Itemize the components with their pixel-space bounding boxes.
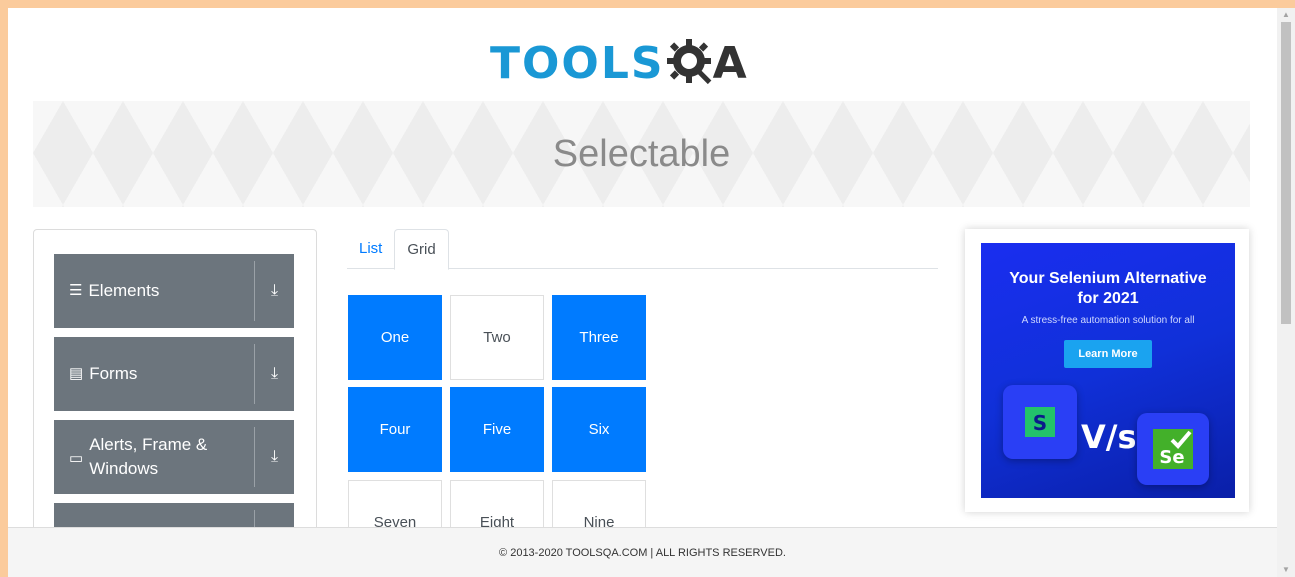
ad-title-line1: Your Selenium Alternative — [1009, 270, 1207, 287]
download-arrow-icon[interactable]: ⤓ — [255, 365, 294, 383]
sidebar-group-elements[interactable]: ☰ Elements ⤓ — [54, 254, 294, 328]
selectable-tabs: List Grid — [347, 229, 938, 270]
svg-text:Se: Se — [1159, 447, 1184, 468]
grid-cell-five[interactable]: Five — [450, 387, 544, 472]
form-icon: ▤ — [69, 365, 84, 382]
page: TOOLS A Selectable ☰ Elements ⤓ ▤ Forms … — [8, 8, 1277, 577]
scroll-up-icon[interactable]: ▲ — [1277, 8, 1295, 22]
katalon-logo-mark: S — [1025, 407, 1055, 437]
sidebar-group-text-line2: Windows — [89, 459, 159, 478]
sidebar-group-text-line1: Alerts, Frame & — [89, 435, 208, 454]
sidebar-group-text: Forms — [89, 364, 138, 383]
sidebar-group-alerts[interactable]: ▭ Alerts, Frame & Windows ⤓ — [54, 420, 294, 494]
grid-cell-one[interactable]: One — [348, 295, 442, 380]
window-icon: ▭ — [69, 450, 84, 467]
versus-text: V/s — [1081, 418, 1137, 456]
sidebar-group-text: Alerts, Frame & Windows — [89, 433, 207, 481]
download-arrow-icon[interactable]: ⤓ — [255, 448, 294, 466]
sidebar: ☰ Elements ⤓ ▤ Forms ⤓ ▭ Alerts, Frame &… — [33, 229, 317, 577]
page-banner: Selectable — [33, 101, 1250, 207]
vertical-scrollbar[interactable]: ▲ ▼ — [1277, 8, 1295, 577]
scroll-down-icon[interactable]: ▼ — [1277, 563, 1295, 577]
copyright-text: © 2013-2020 TOOLSQA.COM | ALL RIGHTS RES… — [499, 546, 786, 559]
logo-text: TOOLS — [490, 37, 665, 89]
logo-suffix: A — [712, 37, 747, 89]
sidebar-group-text: Elements — [88, 281, 160, 300]
hamburger-icon: ☰ — [69, 282, 83, 299]
sidebar-group-label: ☰ Elements — [54, 279, 254, 303]
download-arrow-icon[interactable]: ⤓ — [255, 282, 294, 300]
svg-text:S: S — [1033, 411, 1047, 435]
ad-container: Your Selenium Alternative for 2021 A str… — [965, 229, 1249, 512]
learn-more-button[interactable]: Learn More — [1064, 340, 1152, 368]
sidebar-group-label: ▭ Alerts, Frame & Windows — [54, 433, 254, 481]
katalon-logo-icon: S — [1003, 385, 1077, 459]
selenium-logo-icon: Se — [1137, 413, 1209, 485]
ad-title-line2: for 2021 — [1077, 290, 1139, 307]
gear-magnifier-icon — [666, 39, 711, 85]
toolsqa-logo[interactable]: TOOLS A — [490, 28, 800, 98]
grid-cell-four[interactable]: Four — [348, 387, 442, 472]
selenium-logo-mark: Se — [1153, 429, 1193, 469]
page-footer: © 2013-2020 TOOLSQA.COM | ALL RIGHTS RES… — [8, 527, 1277, 577]
tab-list[interactable]: List — [347, 229, 394, 269]
grid-cell-three[interactable]: Three — [552, 295, 646, 380]
ad-title: Your Selenium Alternative for 2021 — [981, 269, 1235, 309]
sidebar-group-forms[interactable]: ▤ Forms ⤓ — [54, 337, 294, 411]
ad-subtitle: A stress-free automation solution for al… — [1021, 315, 1195, 326]
ad-banner[interactable]: Your Selenium Alternative for 2021 A str… — [981, 243, 1235, 498]
scroll-thumb[interactable] — [1281, 22, 1291, 324]
sidebar-group-label: ▤ Forms — [54, 362, 254, 386]
grid-cell-six[interactable]: Six — [552, 387, 646, 472]
grid-cell-two[interactable]: Two — [450, 295, 544, 380]
page-title: Selectable — [552, 132, 731, 175]
tab-grid[interactable]: Grid — [394, 229, 449, 270]
